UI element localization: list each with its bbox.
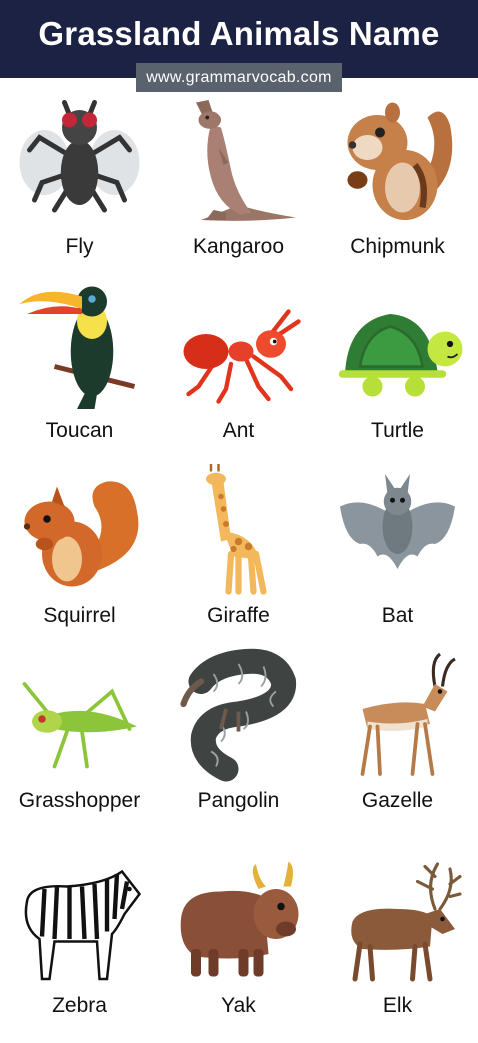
grasshopper-icon <box>22 682 137 769</box>
animal-label: Squirrel <box>43 604 116 627</box>
animal-card-yak: Yak <box>159 859 318 1043</box>
pangolin-icon <box>180 648 297 782</box>
animal-card-elk: Elk <box>318 859 477 1043</box>
squirrel-icon <box>23 481 139 587</box>
animal-label: Gazelle <box>361 789 434 812</box>
animal-card-squirrel: Squirrel <box>0 469 159 653</box>
animal-card-ant: Ant <box>159 284 318 468</box>
animal-label: Turtle <box>371 419 424 442</box>
animal-label: Toucan <box>45 419 114 442</box>
toucan-icon <box>19 286 136 409</box>
animal-card-kangaroo: Kangaroo <box>159 100 318 284</box>
kangaroo-icon <box>196 100 296 221</box>
animal-card-bat: Bat <box>318 469 477 653</box>
animal-label: Fly <box>65 235 94 258</box>
yak-icon <box>180 861 299 977</box>
website-badge: www.grammarvocab.com <box>136 63 342 92</box>
animal-label: Zebra <box>52 994 107 1017</box>
fly-icon <box>19 100 140 213</box>
animal-card-fly: Fly <box>0 100 159 284</box>
animal-label: Ant <box>222 419 255 442</box>
turtle-icon <box>338 314 463 397</box>
zebra-icon <box>24 869 142 981</box>
bat-icon <box>340 474 455 569</box>
animal-card-gazelle: Gazelle <box>318 652 477 838</box>
page-title: Grassland Animals Name <box>38 15 440 52</box>
animal-card-grasshopper: Grasshopper <box>0 654 159 838</box>
animal-label: Grasshopper <box>18 789 141 812</box>
animal-card-toucan: Toucan <box>0 284 159 468</box>
ant-icon <box>183 309 301 404</box>
animal-card-pangolin: Pangolin <box>159 648 318 838</box>
animal-label: Kangaroo <box>192 235 285 258</box>
animal-label: Yak <box>221 994 256 1017</box>
animal-card-turtle: Turtle <box>318 284 477 468</box>
giraffe-icon <box>206 464 267 595</box>
gazelle-icon <box>360 652 456 776</box>
animal-label: Chipmunk <box>350 235 445 258</box>
animal-card-giraffe: Giraffe <box>159 464 318 653</box>
animal-label: Giraffe <box>207 604 270 627</box>
animal-card-chipmunk: Chipmunk <box>318 100 477 284</box>
animal-label: Elk <box>382 994 413 1017</box>
animal-card-zebra: Zebra <box>0 859 159 1043</box>
animal-label: Bat <box>381 604 414 627</box>
chipmunk-icon <box>347 102 453 220</box>
animal-label: Pangolin <box>197 789 280 812</box>
elk-icon <box>351 862 462 982</box>
